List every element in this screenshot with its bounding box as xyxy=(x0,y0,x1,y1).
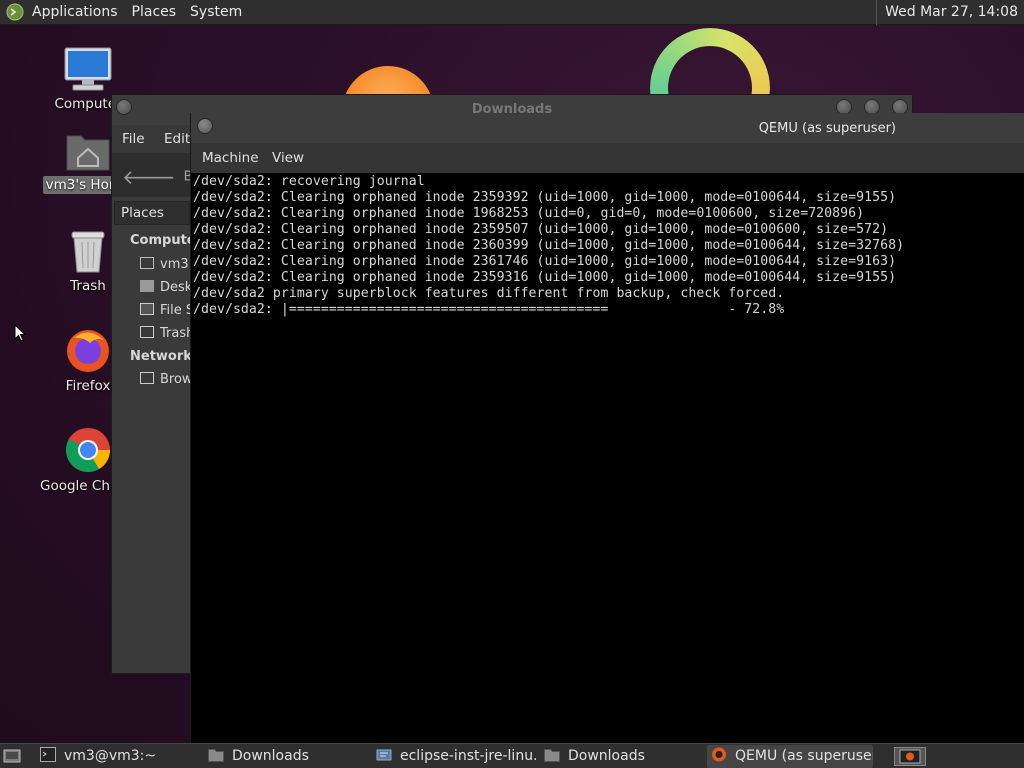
network-icon xyxy=(140,372,154,384)
menu-edit[interactable]: Edit xyxy=(164,131,190,147)
taskbar-item-terminal[interactable]: vm3@vm3:~ xyxy=(36,745,198,768)
qemu-titlebar[interactable]: QEMU (as superuser) xyxy=(191,113,1024,143)
taskbar-item-label: Downloads xyxy=(232,748,309,764)
terminal-icon xyxy=(40,747,56,762)
sidebar-section-network: Network xyxy=(130,349,192,364)
taskbar-item-label: eclipse-inst-jre-linu... xyxy=(400,748,538,764)
sidebar-item-label: Trash xyxy=(160,326,192,341)
console-line: /dev/sda2: Clearing orphaned inode 23595… xyxy=(193,222,889,237)
sidebar-item-browse-network[interactable]: Browse Network xyxy=(140,372,192,390)
file-manager-sidebar: Places Computer vm3 Desktop File System … xyxy=(112,197,202,673)
firefox-icon xyxy=(67,330,109,372)
console-line: /dev/sda2 primary superblock features di… xyxy=(193,286,785,301)
taskbar-item-label: Downloads xyxy=(568,748,645,764)
sidebar-item-filesystem[interactable]: File System xyxy=(140,303,192,321)
computer-icon xyxy=(64,47,112,91)
back-arrow-icon: 🡐 xyxy=(122,165,176,189)
window-menu-button[interactable] xyxy=(197,118,213,134)
mouse-pointer-icon xyxy=(14,324,26,342)
console-line: /dev/sda2: Clearing orphaned inode 19682… xyxy=(193,206,865,221)
menu-machine[interactable]: Machine xyxy=(202,150,259,166)
sidebar-item-label: Browse Network xyxy=(160,372,192,387)
menu-file[interactable]: File xyxy=(122,131,145,147)
trash-small-icon xyxy=(140,326,154,338)
mate-logo-icon[interactable] xyxy=(6,3,24,21)
taskbar-item-downloads-1[interactable]: Downloads xyxy=(204,745,368,768)
sidebar-item-label: vm3 xyxy=(160,257,189,272)
console-line: /dev/sda2: recovering journal xyxy=(193,174,425,189)
menu-applications[interactable]: Applications xyxy=(30,4,126,20)
menu-view[interactable]: View xyxy=(272,150,304,166)
menu-system[interactable]: System xyxy=(188,4,250,20)
console-line: /dev/sda2: Clearing orphaned inode 23593… xyxy=(193,270,897,285)
folder-icon xyxy=(208,749,224,762)
taskbar-item-downloads-2[interactable]: Downloads xyxy=(540,745,704,768)
sidebar-item-label: Desktop xyxy=(160,280,192,295)
desktop-folder-icon xyxy=(140,280,154,292)
taskbar-item-label: QEMU (as superuser) xyxy=(735,748,873,764)
trash-icon xyxy=(71,231,105,273)
sidebar-item-desktop[interactable]: Desktop xyxy=(140,280,192,298)
menu-places[interactable]: Places xyxy=(130,4,185,20)
bottom-taskbar: vm3@vm3:~ Downloads eclipse-inst-jre-lin… xyxy=(0,743,1024,768)
qemu-title: QEMU (as superuser) xyxy=(758,121,896,136)
taskbar-item-eclipse-installer[interactable]: eclipse-inst-jre-linu... xyxy=(372,745,538,768)
workspace-switcher[interactable] xyxy=(894,747,926,766)
sidebar-item-trash[interactable]: Trash xyxy=(140,326,192,344)
top-panel: Applications Places System Wed Mar 27, 1… xyxy=(0,0,1024,25)
console-line: /dev/sda2: Clearing orphaned inode 23603… xyxy=(193,238,905,253)
console-line: /dev/sda2: Clearing orphaned inode 23617… xyxy=(193,254,897,269)
home-icon xyxy=(140,257,154,269)
chrome-icon xyxy=(66,428,110,472)
places-dropdown[interactable]: Places xyxy=(114,201,190,225)
taskbar-item-label: vm3@vm3:~ xyxy=(64,748,157,764)
folder-icon xyxy=(544,749,560,762)
workspace-thumbnail-icon xyxy=(899,749,921,764)
home-folder-icon xyxy=(66,135,110,171)
vm-console[interactable]: /dev/sda2: recovering journal /dev/sda2:… xyxy=(191,173,1024,743)
taskbar-item-qemu[interactable]: QEMU (as superuser) xyxy=(707,745,873,768)
console-progress-line: /dev/sda2: |============================… xyxy=(193,302,785,317)
clock[interactable]: Wed Mar 27, 14:08 xyxy=(876,0,1024,25)
qemu-menubar: Machine View xyxy=(191,143,1024,173)
show-desktop-icon[interactable] xyxy=(3,748,21,764)
qemu-window[interactable]: QEMU (as superuser) Machine View /dev/sd… xyxy=(190,113,1024,743)
console-line: /dev/sda2: Clearing orphaned inode 23593… xyxy=(193,190,897,205)
qemu-icon xyxy=(712,747,726,762)
sidebar-item-label: File System xyxy=(160,303,192,318)
installer-icon xyxy=(376,749,392,761)
sidebar-item-home[interactable]: vm3 xyxy=(140,257,192,275)
drive-icon xyxy=(140,303,154,315)
